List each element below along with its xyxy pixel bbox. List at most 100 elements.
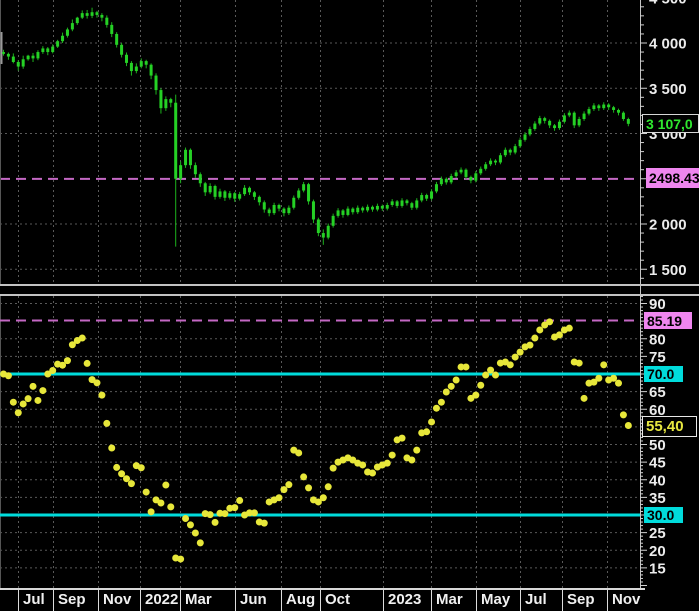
oscillator-chart-canvas[interactable]: 908075656050454035252015 [0, 296, 699, 588]
oscillator-dot [526, 342, 533, 349]
candle [41, 48, 44, 52]
candle [514, 146, 517, 152]
oscillator-dot [276, 494, 283, 501]
candle [179, 165, 182, 179]
time-axis-label: Oct [325, 590, 350, 611]
candle [61, 36, 64, 41]
oscillator-panel[interactable]: 908075656050454035252015 [0, 296, 699, 588]
candle [583, 114, 586, 119]
candle [12, 57, 15, 62]
candle [145, 61, 148, 65]
candle [159, 90, 162, 108]
oscillator-dot [428, 418, 435, 425]
oscillator-dot [251, 509, 258, 516]
oscillator-axis[interactable]: 908075656050454035252015 [640, 296, 666, 588]
candle [484, 164, 487, 169]
oscillator-dot [108, 445, 115, 452]
oscillator-dot [167, 503, 174, 510]
oscillator-dot [221, 510, 228, 517]
time-axis[interactable]: JulSepNov2022MarJunAugOct2023MarMayJulSe… [0, 590, 699, 611]
oscillator-dot [487, 367, 494, 374]
candle [587, 109, 590, 114]
oscillator-dot [295, 449, 302, 456]
candle [238, 194, 241, 199]
price-level-badge: 2498.43 [646, 168, 699, 188]
candle [218, 191, 221, 196]
oscillator-dot [79, 335, 86, 342]
candle [155, 76, 158, 90]
oscillator-axis-label: 80 [649, 331, 666, 348]
oscillator-dot [5, 372, 12, 379]
candle [150, 65, 153, 76]
oscillator-dot [10, 399, 17, 406]
candle [125, 55, 128, 63]
oscillator-dot [462, 363, 469, 370]
oscillator-dot [93, 379, 100, 386]
candle [568, 113, 571, 116]
price-chart-canvas[interactable]: 4 5004 0003 5003 0002 0001 500 [0, 0, 699, 285]
candle [273, 205, 276, 213]
oscillator-dot [128, 480, 135, 487]
time-axis-separator [476, 590, 477, 611]
candle [460, 170, 463, 173]
oscillator-dot [625, 422, 632, 429]
panel-divider-bottom[interactable] [0, 294, 699, 296]
oscillator-dot [113, 464, 120, 471]
candle [410, 203, 413, 208]
oscillator-dot [472, 392, 479, 399]
oscillator-dot [236, 497, 243, 504]
candle [209, 186, 212, 192]
candle [538, 118, 541, 123]
last-price-badge: 3 107,0 [642, 114, 699, 133]
candle [317, 219, 320, 233]
oscillator-dot [595, 375, 602, 382]
oscillator-dot [620, 411, 627, 418]
axis-border-segment [640, 284, 641, 296]
candle [56, 41, 59, 46]
candle [312, 201, 315, 219]
oscillator-dot [182, 515, 189, 522]
candle [578, 119, 581, 125]
oscillator-dot [192, 529, 199, 536]
oscillator-dot [531, 335, 538, 342]
price-panel[interactable]: 4 5004 0003 5003 0002 0001 500 [0, 0, 699, 285]
oscillator-dot [207, 511, 214, 518]
oscillator-dot [84, 360, 91, 367]
candle [302, 184, 305, 190]
candle [430, 191, 433, 198]
candle [528, 129, 531, 134]
candle [292, 198, 295, 208]
time-axis-separator [180, 590, 181, 611]
oscillator-dot [566, 325, 573, 332]
candle [420, 195, 423, 200]
price-axis-label: 2 000 [649, 217, 687, 234]
oscillator-dot [15, 409, 22, 416]
candle [258, 197, 261, 202]
candle [322, 233, 325, 238]
panel-divider-top[interactable] [0, 284, 699, 286]
time-axis-separator [520, 590, 521, 611]
candle [479, 169, 482, 174]
candle [612, 107, 615, 110]
candle [174, 103, 177, 179]
candle [81, 13, 84, 18]
candle [341, 210, 344, 215]
price-axis[interactable]: 4 5004 0003 5003 0002 0001 500 [640, 0, 687, 285]
oscillator-axis-label: 45 [649, 455, 666, 472]
candle [337, 210, 340, 215]
oscillator-dot [359, 461, 366, 468]
oscillator-dot [413, 447, 420, 454]
candle [233, 193, 236, 198]
candle [135, 67, 138, 72]
oscillator-dot [123, 475, 130, 482]
price-axis-label: 3 500 [649, 81, 687, 98]
oscillator-dot [423, 428, 430, 435]
candle [194, 165, 197, 174]
candle [627, 119, 630, 124]
candle [617, 110, 620, 113]
candle [140, 61, 143, 66]
candle [519, 140, 522, 146]
oscillator-dot [118, 470, 125, 477]
time-axis-separator [320, 590, 321, 611]
candle [371, 207, 374, 210]
